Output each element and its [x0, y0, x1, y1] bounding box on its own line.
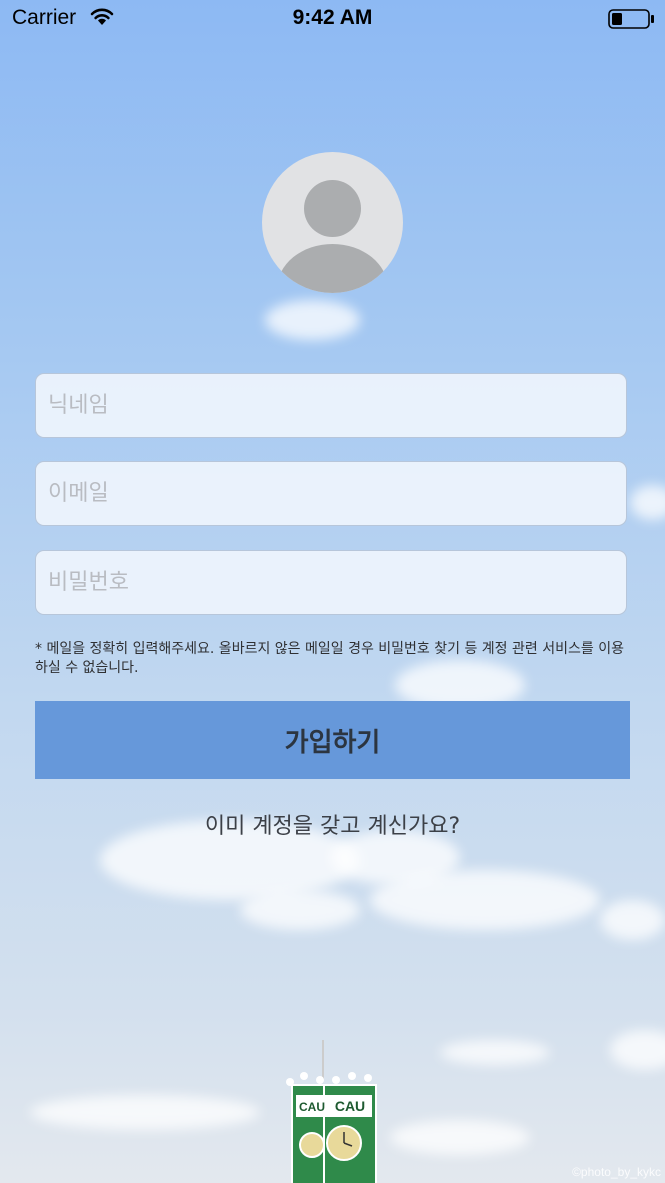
profile-avatar[interactable]: [262, 152, 403, 293]
password-field-box: [35, 550, 627, 615]
svg-text:CAU: CAU: [335, 1098, 365, 1114]
email-field-box: [35, 461, 627, 526]
login-link[interactable]: 이미 계정을 갖고 계신가요?: [0, 808, 665, 840]
cau-clock-tower-logo: CAU CAU: [286, 1040, 377, 1183]
email-notice-text: * 메일을 정확히 입력해주세요. 올바르지 않은 메일일 경우 비밀번호 찾기…: [35, 641, 624, 676]
nickname-input[interactable]: [36, 374, 626, 437]
user-silhouette-icon: [304, 180, 361, 237]
password-input[interactable]: [36, 551, 626, 614]
clock-time: 9:42 AM: [292, 6, 373, 29]
signup-button[interactable]: 가입하기: [35, 701, 630, 779]
svg-text:CAU: CAU: [299, 1100, 325, 1114]
battery-icon: [608, 9, 654, 29]
photo-credit: ©photo_by_kykc: [572, 1165, 661, 1179]
nickname-field-box: [35, 373, 627, 438]
email-input[interactable]: [36, 462, 626, 525]
status-bar: Carrier 9:42 AM: [0, 0, 665, 40]
